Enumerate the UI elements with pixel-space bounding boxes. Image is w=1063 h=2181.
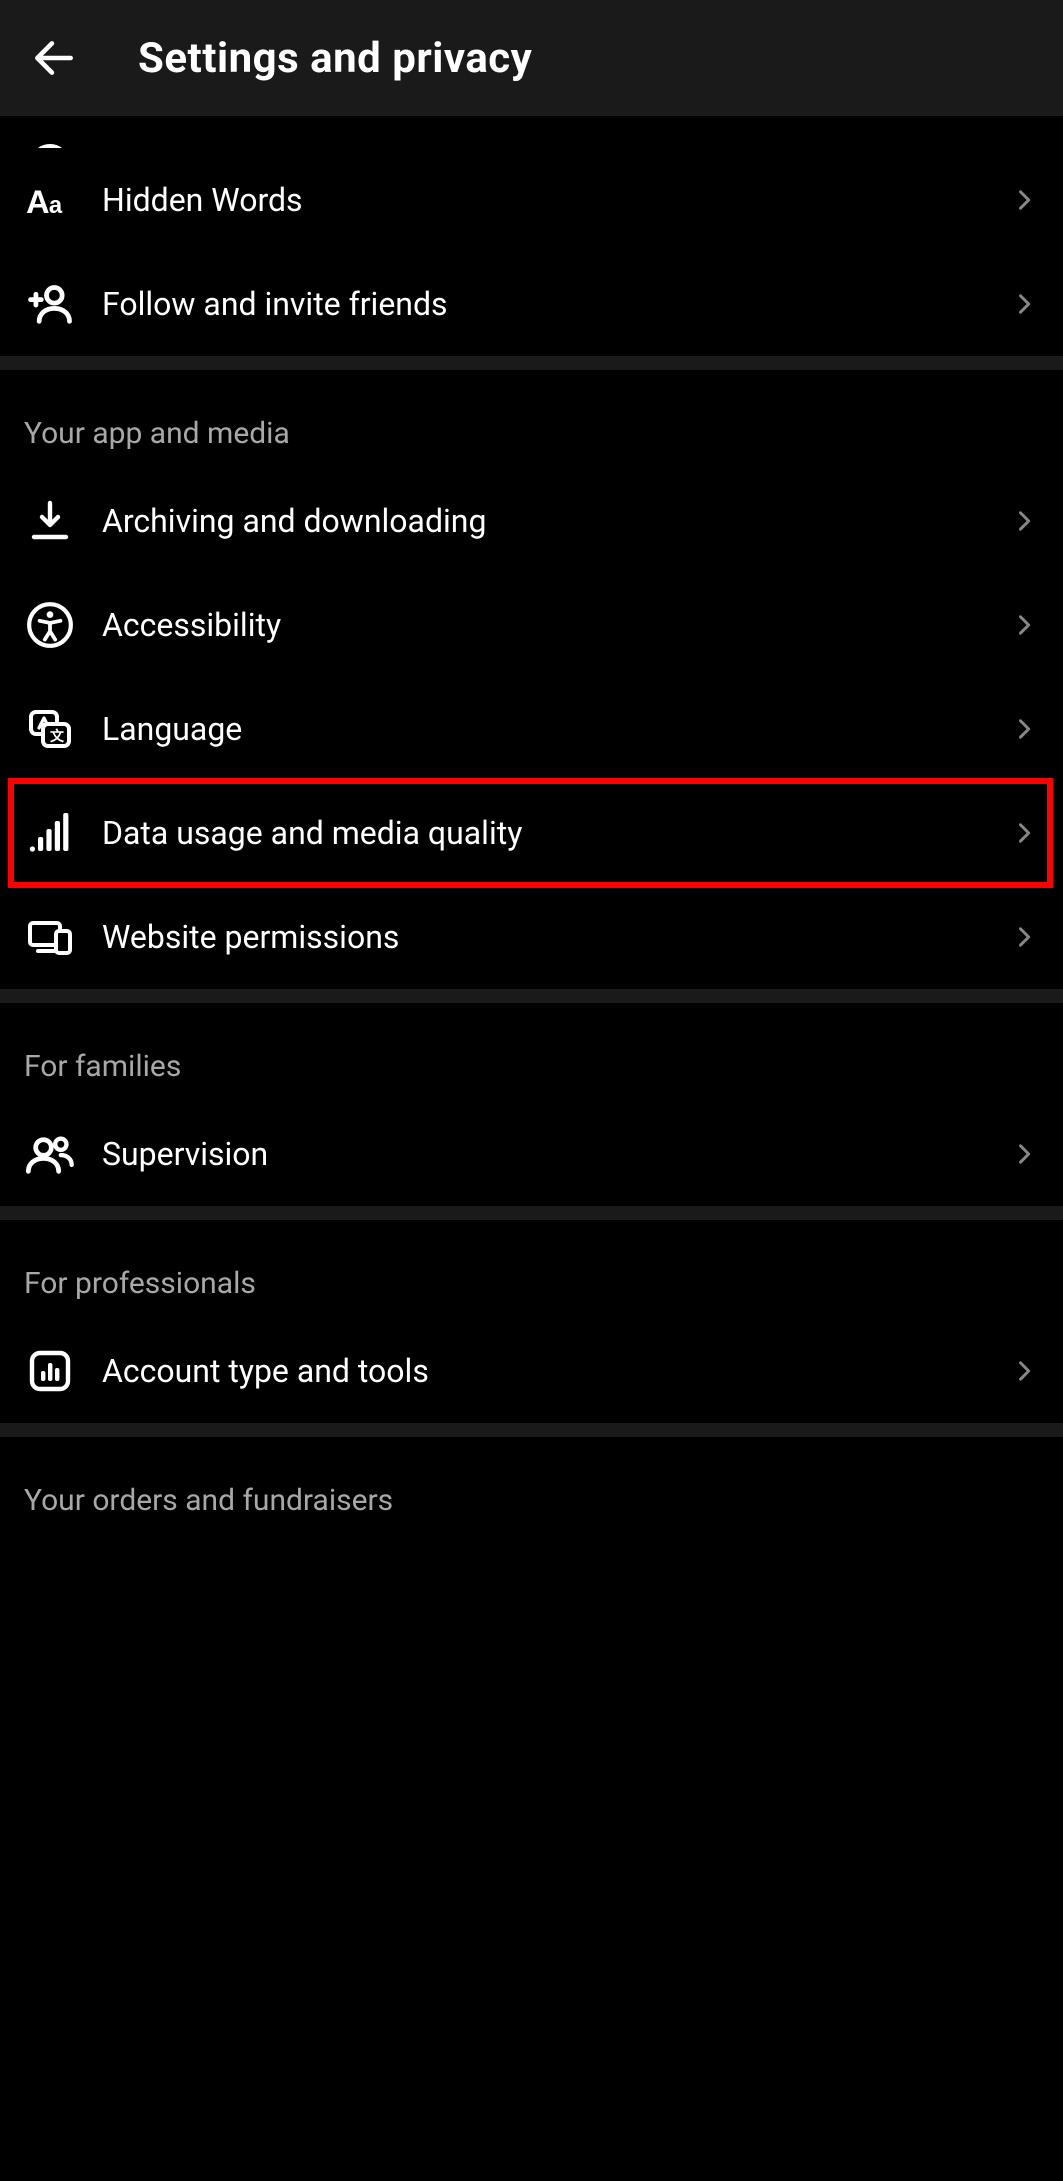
section-header: Your orders and fundraisers bbox=[0, 1437, 1063, 1536]
settings-item-limited-interactions[interactable]: Limited interactions bbox=[0, 116, 1063, 148]
section-divider bbox=[0, 989, 1063, 1003]
chevron-right-icon bbox=[1009, 1139, 1039, 1169]
section-divider bbox=[0, 356, 1063, 370]
settings-item-label: Supervision bbox=[102, 1135, 1009, 1173]
section-divider bbox=[0, 1423, 1063, 1437]
header-bar: Settings and privacy bbox=[0, 0, 1063, 116]
aa-icon bbox=[24, 174, 76, 226]
clock-icon bbox=[24, 138, 76, 148]
settings-item-website-permissions[interactable]: Website permissions bbox=[0, 885, 1063, 989]
section-app-media: Your app and media Archiving and downloa… bbox=[0, 370, 1063, 989]
page-title: Settings and privacy bbox=[138, 34, 532, 83]
people-icon bbox=[24, 1128, 76, 1180]
section-divider bbox=[0, 1206, 1063, 1220]
settings-item-label: Archiving and downloading bbox=[102, 502, 1009, 540]
chevron-right-icon bbox=[1009, 714, 1039, 744]
chevron-right-icon bbox=[1009, 610, 1039, 640]
section-top: Limited interactions Hidden Words Follow… bbox=[0, 116, 1063, 356]
back-arrow-icon bbox=[29, 33, 79, 83]
chevron-right-icon bbox=[1009, 922, 1039, 952]
chevron-right-icon bbox=[1009, 185, 1039, 215]
settings-item-language[interactable]: Language bbox=[0, 677, 1063, 781]
chevron-right-icon bbox=[1009, 289, 1039, 319]
section-header: For professionals bbox=[0, 1220, 1063, 1319]
back-button[interactable] bbox=[24, 28, 84, 88]
section-header: For families bbox=[0, 1003, 1063, 1102]
settings-item-archiving[interactable]: Archiving and downloading bbox=[0, 469, 1063, 573]
accessibility-icon bbox=[24, 599, 76, 651]
settings-item-label: Follow and invite friends bbox=[102, 285, 1009, 323]
settings-item-label: Accessibility bbox=[102, 606, 1009, 644]
settings-item-label: Hidden Words bbox=[102, 181, 1009, 219]
settings-item-accessibility[interactable]: Accessibility bbox=[0, 573, 1063, 677]
settings-item-account-type[interactable]: Account type and tools bbox=[0, 1319, 1063, 1423]
settings-item-follow-invite[interactable]: Follow and invite friends bbox=[0, 252, 1063, 356]
settings-item-supervision[interactable]: Supervision bbox=[0, 1102, 1063, 1206]
devices-icon bbox=[24, 911, 76, 963]
chevron-right-icon bbox=[1009, 818, 1039, 848]
section-header: Your app and media bbox=[0, 370, 1063, 469]
settings-item-label: Account type and tools bbox=[102, 1352, 1009, 1390]
settings-item-label: Data usage and media quality bbox=[102, 814, 1009, 852]
section-orders: Your orders and fundraisers bbox=[0, 1437, 1063, 1536]
settings-item-label: Website permissions bbox=[102, 918, 1009, 956]
section-families: For families Supervision bbox=[0, 1003, 1063, 1206]
section-professionals: For professionals Account type and tools bbox=[0, 1220, 1063, 1423]
insights-icon bbox=[24, 1345, 76, 1397]
chevron-right-icon bbox=[1009, 506, 1039, 536]
download-icon bbox=[24, 495, 76, 547]
settings-item-data-usage[interactable]: Data usage and media quality bbox=[0, 781, 1063, 885]
bars-icon bbox=[24, 807, 76, 859]
settings-item-label: Language bbox=[102, 710, 1009, 748]
chevron-right-icon bbox=[1009, 1356, 1039, 1386]
translate-icon bbox=[24, 703, 76, 755]
settings-item-hidden-words[interactable]: Hidden Words bbox=[0, 148, 1063, 252]
add-person-icon bbox=[24, 278, 76, 330]
